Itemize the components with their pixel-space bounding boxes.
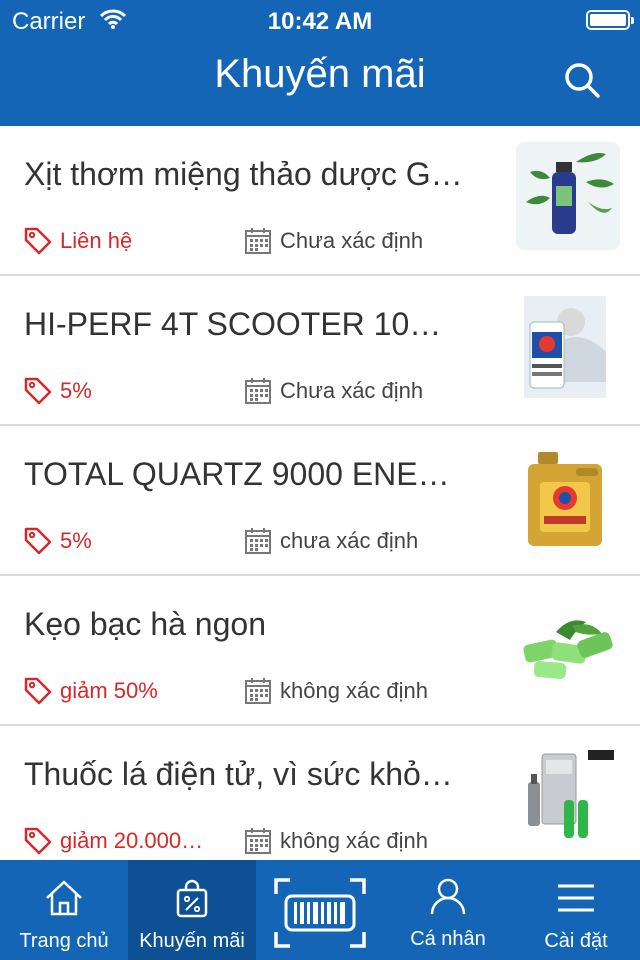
price-tag-icon xyxy=(24,227,52,255)
discount: 5% xyxy=(24,374,224,408)
tab-label: Trang chủ xyxy=(19,930,109,952)
shopping-bag-icon xyxy=(176,879,208,918)
discount: Liên hệ xyxy=(24,224,224,258)
calendar-icon xyxy=(245,528,271,554)
motor-oil-can-image xyxy=(528,452,602,546)
tab-settings[interactable]: Cài đặt xyxy=(512,860,640,960)
price-tag-icon xyxy=(24,527,52,555)
discount-label: giảm 20.000… xyxy=(60,828,204,853)
scooter-oil-image xyxy=(524,296,606,398)
validity: không xác định xyxy=(244,674,428,708)
discount-label: 5% xyxy=(60,528,92,553)
status-bar: Carrier 10:42 AM xyxy=(0,0,640,40)
date-label: Chưa xác định xyxy=(280,378,424,403)
barcode-scan-icon xyxy=(274,878,366,948)
price-tag-icon xyxy=(24,377,52,405)
calendar-icon xyxy=(245,828,271,854)
tab-label: Khuyến mãi xyxy=(139,930,245,952)
price-tag-icon xyxy=(24,677,52,705)
validity: chưa xác định xyxy=(244,524,418,558)
tab-label: Cá nhân xyxy=(410,928,486,950)
clock: 10:42 AM xyxy=(267,8,373,35)
date-label: Chưa xác định xyxy=(280,228,424,253)
validity: Chưa xác định xyxy=(244,374,423,408)
tab-profile[interactable]: Cá nhân xyxy=(384,860,512,960)
discount: 5% xyxy=(24,524,224,558)
promotion-name: Kẹo bạc hà ngon xyxy=(24,606,266,642)
promotion-name: Thuốc lá điện tử, vì sức khỏ… xyxy=(24,756,453,792)
home-icon xyxy=(46,880,82,916)
discount-label: giảm 50% xyxy=(60,678,158,703)
list-item[interactable]: HI-PERF 4T SCOOTER 10… 5% Chưa xác định xyxy=(0,276,640,426)
promotion-name: Xịt thơm miệng thảo dược G… xyxy=(24,156,463,192)
promotion-name: TOTAL QUARTZ 9000 ENE… xyxy=(24,456,450,492)
page-title: Khuyến mãi xyxy=(214,52,426,96)
mouth-spray-image xyxy=(516,142,620,250)
menu-icon xyxy=(558,884,594,912)
discount: giảm 50% xyxy=(24,674,224,708)
discount: giảm 20.000… xyxy=(24,824,224,858)
tab-home[interactable]: Trang chủ xyxy=(0,860,128,960)
battery-icon xyxy=(586,10,634,30)
date-label: không xác định xyxy=(280,678,428,703)
e-cigarette-image xyxy=(516,742,620,850)
list-item[interactable]: TOTAL QUARTZ 9000 ENE… 5% chưa xác định xyxy=(0,426,640,576)
promotion-list[interactable]: Xịt thơm miệng thảo dược G… Liên hệ Chưa… xyxy=(0,126,640,860)
list-item[interactable]: Kẹo bạc hà ngon giảm 50% không xác định xyxy=(0,576,640,726)
validity: Chưa xác định xyxy=(244,224,423,258)
calendar-icon xyxy=(245,678,271,704)
discount-label: Liên hệ xyxy=(60,228,133,253)
calendar-icon xyxy=(245,228,271,254)
navigation-bar: Carrier 10:42 AM Khuyến mãi xyxy=(0,0,640,126)
date-label: chưa xác định xyxy=(280,528,419,553)
list-item[interactable]: Xịt thơm miệng thảo dược G… Liên hệ Chưa… xyxy=(0,126,640,276)
promotion-name: HI-PERF 4T SCOOTER 10… xyxy=(24,306,442,342)
search-icon[interactable] xyxy=(562,60,602,100)
tab-bar: Trang chủ Khuyến mãi Cá nhân Cài đặt xyxy=(0,860,640,960)
calendar-icon xyxy=(245,378,271,404)
tab-label: Cài đặt xyxy=(544,930,608,952)
user-icon xyxy=(430,878,466,915)
mint-gum-image xyxy=(523,620,613,679)
price-tag-icon xyxy=(24,827,52,855)
discount-label: 5% xyxy=(60,378,92,403)
tab-promotions[interactable]: Khuyến mãi xyxy=(128,860,256,960)
date-label: không xác định xyxy=(280,828,428,853)
list-item[interactable]: Thuốc lá điện tử, vì sức khỏ… giảm 20.00… xyxy=(0,726,640,860)
validity: không xác định xyxy=(244,824,428,858)
tab-scan[interactable] xyxy=(256,860,384,960)
